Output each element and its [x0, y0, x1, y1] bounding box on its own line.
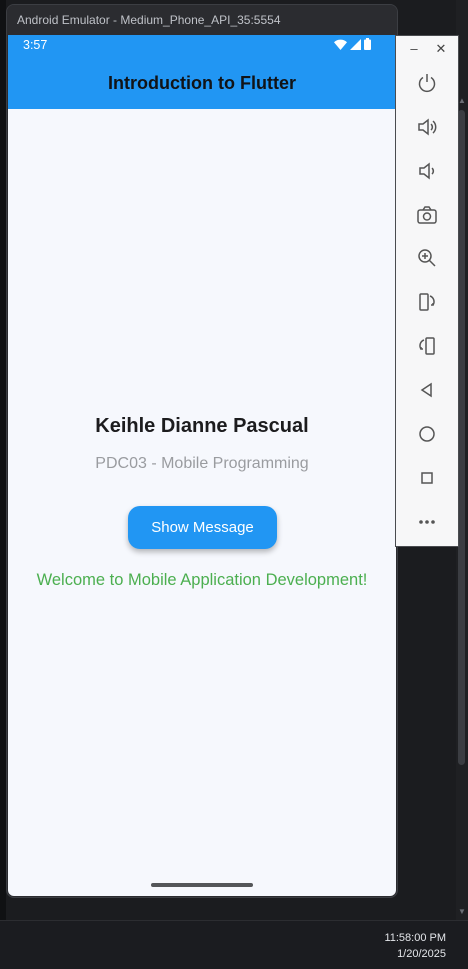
volume-up-icon[interactable] [413, 113, 441, 141]
home-indicator[interactable] [151, 883, 253, 887]
taskbar-date[interactable]: 1/20/2025 [397, 948, 446, 960]
close-icon[interactable]: ✕ [432, 40, 450, 58]
ide-scrollbar-thumb[interactable] [458, 110, 465, 765]
taskbar-time[interactable]: 11:58:00 PM [384, 932, 446, 944]
emulator-window: Android Emulator - Medium_Phone_API_35:5… [6, 4, 398, 898]
emulator-title: Android Emulator - Medium_Phone_API_35:5… [7, 5, 397, 35]
course-subtitle: PDC03 - Mobile Programming [95, 455, 309, 472]
status-time: 3:57 [23, 38, 48, 52]
toolbar-header: – ✕ [396, 36, 460, 62]
rotate-left-icon[interactable] [413, 288, 441, 316]
volume-down-icon[interactable] [413, 157, 441, 185]
taskbar: 11:58:00 PM 1/20/2025 [0, 920, 468, 969]
signal-icon [350, 37, 361, 55]
app-bar: Introduction to Flutter [8, 57, 396, 109]
camera-icon[interactable] [413, 201, 441, 229]
phone-screen: 3:57 Introduction to Flutter Keihle Dian… [8, 35, 396, 896]
rotate-right-icon[interactable] [413, 332, 441, 360]
emulator-side-toolbar: – ✕ [395, 35, 459, 547]
minimize-icon[interactable]: – [405, 40, 423, 58]
status-icons [334, 37, 371, 55]
student-name: Keihle Dianne Pascual [95, 415, 309, 437]
overview-icon[interactable] [413, 464, 441, 492]
back-icon[interactable] [413, 376, 441, 404]
more-icon[interactable] [413, 508, 441, 536]
home-icon[interactable] [413, 420, 441, 448]
scroll-down-arrow-icon[interactable]: ▼ [457, 907, 467, 917]
power-icon[interactable] [413, 69, 441, 97]
app-title: Introduction to Flutter [108, 73, 296, 93]
wifi-icon [334, 37, 347, 55]
battery-icon [364, 37, 371, 55]
welcome-message: Welcome to Mobile Application Developmen… [36, 571, 368, 589]
status-bar: 3:57 [8, 35, 396, 57]
zoom-icon[interactable] [413, 244, 441, 272]
show-message-button[interactable]: Show Message [128, 506, 277, 549]
